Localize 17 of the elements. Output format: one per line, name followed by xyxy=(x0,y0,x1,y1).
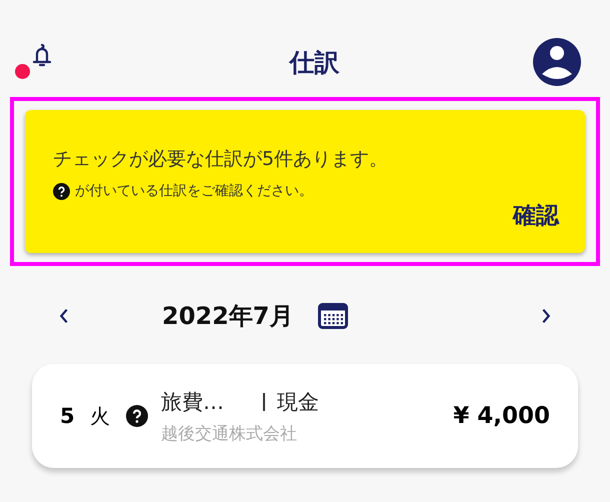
account-icon[interactable] xyxy=(533,38,581,86)
question-icon xyxy=(53,182,70,200)
account-name: 旅費… xyxy=(161,388,225,416)
previous-icon[interactable] xyxy=(58,307,70,325)
next-icon[interactable] xyxy=(540,307,552,325)
entry-card[interactable]: 5 火 旅費… 現金 越後交通株式会社 ¥ 4,000 xyxy=(32,364,578,468)
alert-message: チェックが必要な仕訳が5件あります。 xyxy=(53,147,390,172)
page-title: 仕訳 xyxy=(290,46,340,78)
day-number: 5 xyxy=(60,404,76,428)
alert-hint: が付いている仕訳をご確認ください。 xyxy=(75,182,313,200)
weekday: 火 xyxy=(90,402,111,430)
entry-amount: ¥ 4,000 xyxy=(453,403,550,429)
month-label: 2022年7月 xyxy=(162,301,294,332)
payment-method: 現金 xyxy=(277,388,319,416)
confirm-button[interactable]: 確認 xyxy=(513,200,559,231)
partner-name: 越後交通株式会社 xyxy=(161,422,298,444)
calendar-icon[interactable] xyxy=(318,303,348,329)
